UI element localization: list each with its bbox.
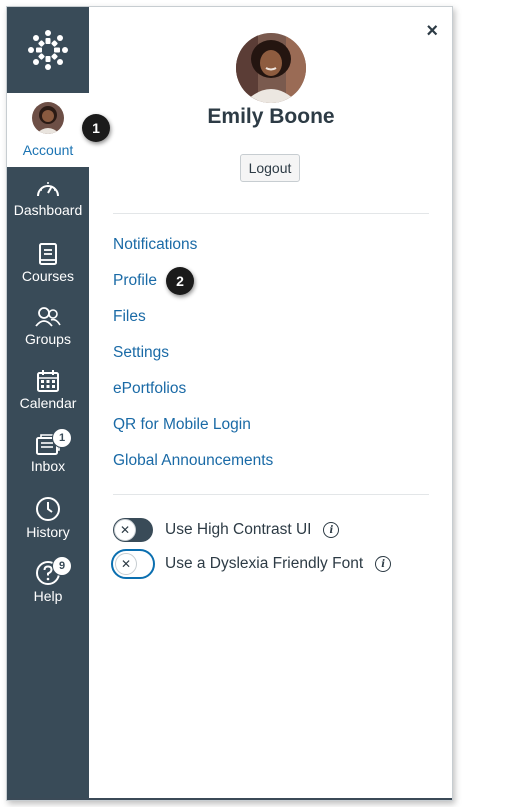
nav-item-account[interactable]: Account (7, 93, 89, 167)
dyslexia-font-toggle[interactable]: ✕ (111, 549, 155, 579)
nav-item-dashboard[interactable]: Dashboard (7, 167, 89, 231)
divider (113, 494, 429, 495)
nav-item-inbox[interactable]: 1 Inbox (7, 421, 89, 485)
link-files[interactable]: Files (113, 301, 273, 337)
calendar-icon (37, 369, 59, 392)
link-eportfolios[interactable]: ePortfolios (113, 373, 273, 409)
info-icon[interactable]: i (323, 522, 340, 538)
link-global-announcements[interactable]: Global Announcements (113, 445, 273, 481)
app-window: Account Dashboard Courses Groups Calenda… (6, 6, 453, 801)
nav-item-history[interactable]: History (7, 485, 89, 549)
close-icon: ✕ (115, 553, 137, 575)
avatar (32, 102, 64, 134)
callout-marker-2: 2 (166, 267, 194, 295)
high-contrast-toggle-row: ✕ Use High Contrast UI i (113, 515, 340, 545)
close-button[interactable]: × (426, 21, 438, 41)
info-icon[interactable]: i (375, 556, 392, 572)
canvas-logo-icon (28, 30, 68, 70)
nav-item-courses[interactable]: Courses (7, 231, 89, 295)
link-qr-mobile-login[interactable]: QR for Mobile Login (113, 409, 273, 445)
history-icon (36, 496, 60, 521)
high-contrast-toggle[interactable]: ✕ (113, 518, 153, 542)
dashboard-icon (37, 182, 59, 197)
account-tray: × Emily Boone Logout Notifications Profi… (89, 7, 452, 800)
courses-icon (39, 242, 57, 265)
link-settings[interactable]: Settings (113, 337, 273, 373)
canvas-logo[interactable] (7, 7, 89, 93)
account-label: Account (22, 142, 74, 158)
user-avatar (236, 33, 306, 103)
window-bottom-border (7, 798, 452, 800)
dyslexia-font-toggle-row: ✕ Use a Dyslexia Friendly Font i (111, 549, 392, 579)
nav-label: Calendar (19, 394, 77, 411)
nav-label: Dashboard (13, 202, 83, 218)
nav-label: Groups (25, 331, 71, 348)
high-contrast-label: Use High Contrast UI (165, 521, 312, 538)
logout-button[interactable]: Logout (240, 154, 300, 182)
groups-icon (35, 307, 61, 327)
dyslexia-font-label: Use a Dyslexia Friendly Font (165, 555, 364, 572)
nav-item-calendar[interactable]: Calendar (7, 358, 89, 422)
nav-label: Courses (21, 267, 75, 284)
nav-label: Help (33, 587, 63, 604)
nav-item-groups[interactable]: Groups (7, 294, 89, 358)
close-icon: ✕ (114, 519, 136, 541)
global-navigation: Account Dashboard Courses Groups Calenda… (7, 7, 89, 800)
nav-item-help[interactable]: 9 Help (7, 549, 89, 613)
nav-label: History (26, 523, 70, 540)
account-links: Notifications Profile Files Settings ePo… (113, 229, 273, 481)
help-badge: 9 (52, 555, 72, 576)
link-notifications[interactable]: Notifications (113, 229, 273, 265)
user-name: Emily Boone (207, 105, 335, 128)
divider (113, 213, 429, 214)
callout-marker-1: 1 (82, 114, 110, 142)
inbox-badge: 1 (52, 428, 72, 449)
nav-label: Inbox (30, 458, 66, 475)
